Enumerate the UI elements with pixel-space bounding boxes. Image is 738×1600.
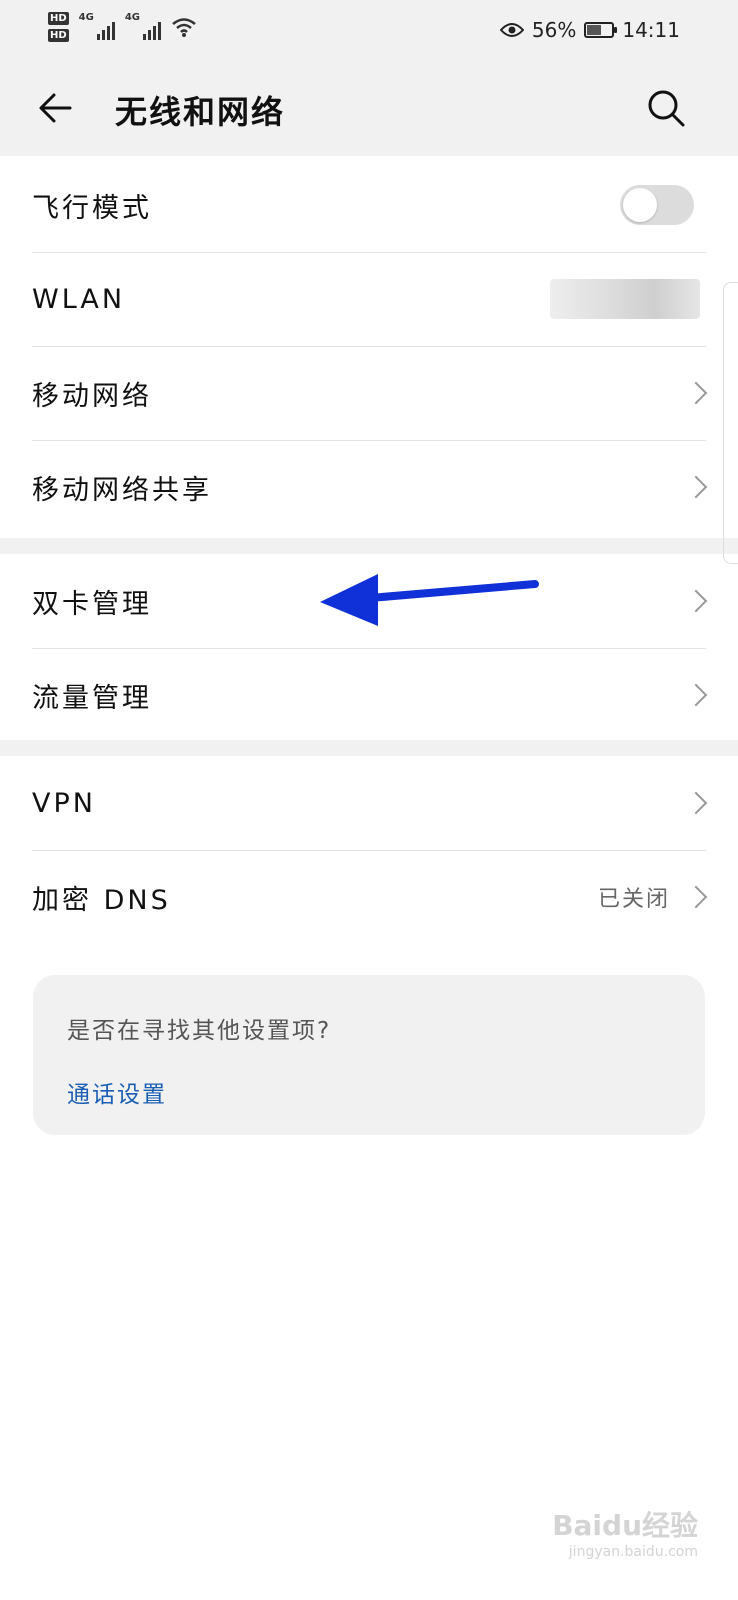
status-left: HD HD 4G 4G	[48, 12, 197, 42]
chevron-right-icon	[684, 475, 708, 499]
eye-comfort-icon	[499, 23, 524, 37]
data-usage-label: 流量管理	[32, 682, 152, 714]
clock: 14:11	[622, 18, 680, 42]
chevron-right-icon	[684, 683, 708, 707]
battery-icon	[584, 22, 618, 38]
wifi-icon	[172, 18, 196, 37]
network-type-2: 4G	[124, 12, 141, 23]
page-title: 无线和网络	[115, 93, 286, 131]
chevron-right-icon	[684, 885, 708, 909]
section-connectivity: 飞行模式 WLAN 移动网络 移动网络共享	[0, 158, 738, 534]
dual-sim-label: 双卡管理	[32, 588, 152, 620]
section-divider	[0, 538, 738, 554]
mobile-network-label: 移动网络	[32, 380, 152, 412]
status-right: 56% 14:11	[499, 18, 680, 42]
battery-percent: 56%	[531, 18, 577, 42]
back-arrow-icon[interactable]	[34, 86, 78, 130]
data-usage-row[interactable]: 流量管理	[32, 648, 708, 742]
airplane-mode-label: 飞行模式	[32, 192, 152, 224]
watermark: Baidu经验 jingyan.baidu.com	[552, 1504, 698, 1560]
status-bar: HD HD 4G 4G 56% 14:11	[0, 0, 738, 60]
sim1-hd-badge: HD	[48, 12, 69, 25]
mobile-network-row[interactable]: 移动网络	[32, 346, 708, 440]
watermark-url: jingyan.baidu.com	[568, 1544, 698, 1560]
signal-icon-sim1: 4G	[79, 12, 115, 40]
hotspot-row[interactable]: 移动网络共享	[32, 440, 708, 534]
search-icon[interactable]	[644, 86, 688, 130]
wlan-status-blurred	[550, 279, 700, 319]
section-privacy: VPN 加密 DNS 已关闭	[0, 756, 738, 944]
suggestion-card: 是否在寻找其他设置项? 通话设置	[33, 975, 705, 1135]
hotspot-label: 移动网络共享	[32, 474, 212, 506]
vpn-label: VPN	[32, 787, 96, 819]
sim2-hd-badge: HD	[48, 29, 69, 42]
encrypted-dns-row[interactable]: 加密 DNS 已关闭	[32, 850, 708, 944]
chevron-right-icon	[684, 791, 708, 815]
network-type-1: 4G	[78, 12, 94, 23]
annotation-arrow-icon	[320, 574, 539, 626]
chevron-right-icon	[684, 381, 708, 405]
toggle-knob	[623, 188, 657, 222]
watermark-brand: Baidu经验	[552, 1509, 698, 1542]
airplane-mode-toggle[interactable]	[620, 185, 694, 225]
section-divider	[0, 740, 738, 756]
vpn-row[interactable]: VPN	[32, 756, 708, 850]
wlan-label: WLAN	[32, 283, 126, 315]
scroll-indicator	[723, 282, 738, 564]
encrypted-dns-status: 已关闭	[597, 887, 670, 912]
chevron-right-icon	[684, 589, 708, 613]
airplane-mode-row[interactable]: 飞行模式	[32, 158, 706, 252]
suggestion-question: 是否在寻找其他设置项?	[67, 1018, 332, 1044]
title-bar: 无线和网络	[0, 60, 738, 156]
wlan-row[interactable]: WLAN	[32, 252, 706, 346]
call-settings-link[interactable]: 通话设置	[67, 1075, 167, 1109]
encrypted-dns-label: 加密 DNS	[32, 884, 171, 916]
signal-icon-sim2: 4G	[124, 12, 162, 40]
